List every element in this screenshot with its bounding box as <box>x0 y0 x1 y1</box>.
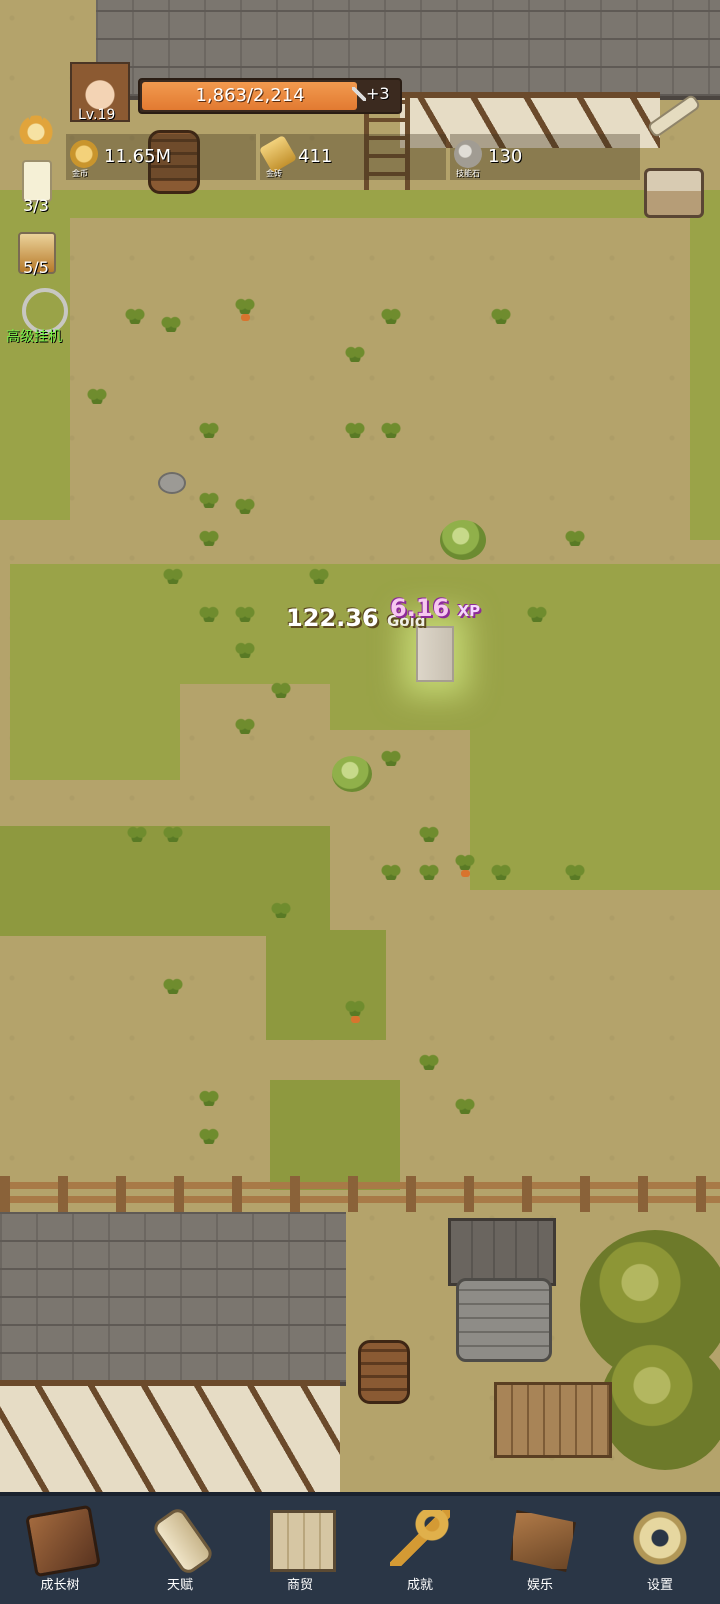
crop-plant[interactable] <box>158 314 184 336</box>
grass-patch <box>470 680 720 890</box>
crop-plant[interactable] <box>196 1126 222 1148</box>
book-icon <box>25 1504 101 1578</box>
bottom-nav: 成长树 天赋 商贸 成就 娱乐 设置 <box>0 1492 720 1604</box>
skill-stone-value: 130 <box>488 146 523 167</box>
resource-gold-bars[interactable]: 411 金砖 <box>258 134 446 180</box>
crop-plant[interactable] <box>268 900 294 922</box>
crop-plant[interactable] <box>378 748 404 770</box>
bone-icon <box>352 87 366 101</box>
skill-stone-label: 技能石 <box>456 169 480 178</box>
treasure-chest-icon[interactable] <box>644 168 704 218</box>
afk-label[interactable]: 高级挂机 <box>6 326 62 346</box>
crop-carrot[interactable] <box>342 998 368 1023</box>
crop-plant[interactable] <box>232 496 258 518</box>
gold-bar-value: 411 <box>298 146 333 167</box>
nav-growth-tree[interactable]: 成长树 <box>0 1496 120 1604</box>
key-icon <box>390 1510 450 1566</box>
crop-plant[interactable] <box>342 420 368 442</box>
grass-patch <box>690 190 720 540</box>
player-level: Lv.19 <box>78 107 116 123</box>
crop-plant[interactable] <box>488 306 514 328</box>
crop-plant[interactable] <box>416 862 442 884</box>
crop-plant[interactable] <box>160 976 186 998</box>
well-roof <box>448 1218 556 1286</box>
crop-plant[interactable] <box>232 604 258 626</box>
grass-patch <box>10 680 180 780</box>
crop-plant[interactable] <box>160 824 186 846</box>
grass-patch <box>266 930 386 1040</box>
tree <box>600 1340 720 1470</box>
xp-bonus[interactable]: +3 <box>352 84 390 103</box>
nav-entertainment[interactable]: 娱乐 <box>480 1496 600 1604</box>
nav-label: 娱乐 <box>526 1578 553 1593</box>
crop-plant[interactable] <box>342 344 368 366</box>
crop-plant[interactable] <box>488 862 514 884</box>
nav-label: 商贸 <box>286 1578 313 1593</box>
crop-plant[interactable] <box>196 1088 222 1110</box>
crop-plant[interactable] <box>378 862 404 884</box>
crop-plant[interactable] <box>196 604 222 626</box>
crop-cabbage[interactable] <box>440 520 486 560</box>
crop-plant[interactable] <box>378 306 404 328</box>
stone-block[interactable] <box>416 626 454 682</box>
crop-plant[interactable] <box>124 824 150 846</box>
crop-plant[interactable] <box>196 420 222 442</box>
nav-label: 成就 <box>406 1578 433 1593</box>
bottom-building-wall <box>0 1380 340 1492</box>
crop-plant[interactable] <box>160 566 186 588</box>
wooden-cart <box>494 1382 612 1458</box>
gear-icon <box>630 1510 690 1566</box>
nav-achievements[interactable]: 成就 <box>360 1496 480 1604</box>
crop-plant[interactable] <box>196 490 222 512</box>
crop-plant[interactable] <box>524 604 550 626</box>
crop-plant[interactable] <box>306 566 332 588</box>
crop-plant[interactable] <box>84 386 110 408</box>
xp-bonus-value: +3 <box>366 84 390 103</box>
crop-plant[interactable] <box>416 824 442 846</box>
gold-bar-label: 金砖 <box>266 169 282 178</box>
game-world[interactable]: 122.36 Gold 6.16 XP <box>0 0 720 1492</box>
resource-skill-stones[interactable]: 130 技能石 <box>450 134 640 180</box>
crown-icon[interactable] <box>14 104 58 144</box>
candle-count: 3/3 <box>23 196 49 215</box>
xp-reward-popup: 6.16 XP <box>390 594 481 622</box>
crop-plant[interactable] <box>196 528 222 550</box>
nav-settings[interactable]: 设置 <box>600 1496 720 1604</box>
stone-well <box>456 1278 552 1362</box>
scroll-icon <box>150 1505 216 1577</box>
small-rock <box>158 472 186 494</box>
skill-stone-icon <box>454 140 482 168</box>
nav-label: 设置 <box>646 1578 673 1593</box>
crop-plant[interactable] <box>268 680 294 702</box>
nav-label: 成长树 <box>40 1578 80 1593</box>
nav-trade[interactable]: 商贸 <box>240 1496 360 1604</box>
grass-patch <box>0 190 720 218</box>
crop-plant[interactable] <box>452 1096 478 1118</box>
crop-plant[interactable] <box>122 306 148 328</box>
crop-carrot[interactable] <box>232 296 258 321</box>
nav-talent[interactable]: 天赋 <box>120 1496 240 1604</box>
barrel <box>358 1340 410 1404</box>
coin-value: 11.65M <box>104 146 172 167</box>
crop-plant[interactable] <box>232 716 258 738</box>
crop-plant[interactable] <box>416 1052 442 1074</box>
crop-carrot[interactable] <box>452 852 478 877</box>
nav-label: 天赋 <box>166 1578 193 1593</box>
crop-plant[interactable] <box>562 528 588 550</box>
crop-cabbage[interactable] <box>332 756 372 792</box>
bottom-building-roof <box>0 1212 346 1386</box>
fence <box>0 1176 720 1212</box>
drink-count: 5/5 <box>23 258 49 277</box>
crop-plant[interactable] <box>562 862 588 884</box>
xp-text: 1,863/2,214 <box>195 85 305 106</box>
grass-patch <box>330 680 480 730</box>
crop-plant[interactable] <box>232 640 258 662</box>
banner-icon <box>510 1510 576 1572</box>
resource-coins[interactable]: 11.65M 金币 <box>66 134 256 180</box>
map-icon <box>270 1510 336 1572</box>
crop-plant[interactable] <box>378 420 404 442</box>
coin-icon <box>70 140 98 168</box>
grass-patch <box>270 1080 400 1190</box>
coin-label: 金币 <box>72 169 88 178</box>
